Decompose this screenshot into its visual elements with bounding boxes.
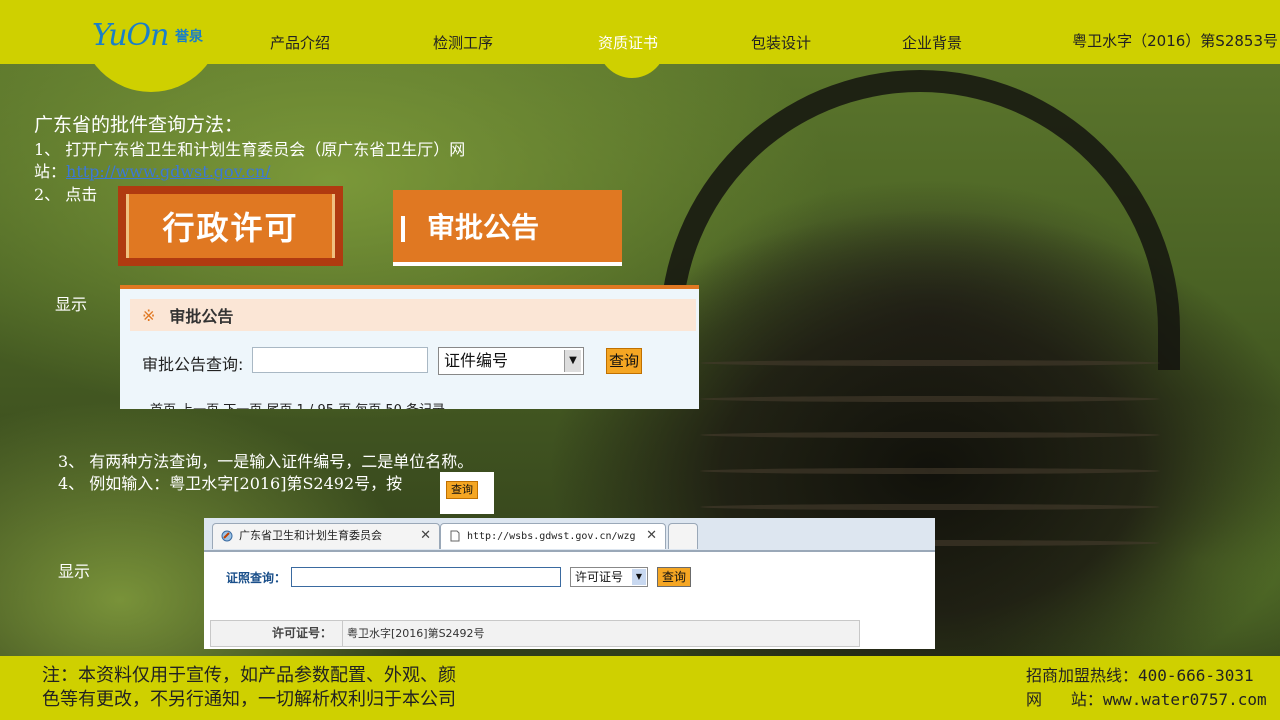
browser-result-screenshot: 广东省卫生和计划生育委员会 ✕ http://wsbs.gdwst.gov.cn… (204, 518, 935, 649)
panel-header: ※ 审批公告 (130, 299, 696, 331)
certificate-type-select: 证件编号 ▼ (438, 347, 584, 375)
page-heading: 广东省的批件查询方法： (34, 114, 244, 136)
disclaimer-line-1: 注：本资料仅用于宣传，如产品参数配置、外观、颜 (42, 665, 456, 686)
certificate-type-value: 证件编号 (444, 351, 509, 370)
chevron-down-icon: ▼ (632, 569, 646, 585)
display-label-1: 显示 (55, 297, 88, 314)
cert-type-value: 许可证号 (575, 570, 624, 584)
chevron-down-icon: ▼ (564, 350, 581, 372)
browser-tab-wsbs: http://wsbs.gdwst.gov.cn/wzg ✕ (440, 523, 666, 549)
approval-query-input (252, 347, 428, 373)
approval-query-button: 查询 (606, 348, 642, 374)
browser-tabstrip: 广东省卫生和计划生育委员会 ✕ http://wsbs.gdwst.gov.cn… (204, 518, 935, 550)
disclaimer-line-2: 色等有更改，不另行通知，一切解析权利归于本公司 (42, 689, 456, 710)
approval-notice-button-image: 审批公告 (393, 190, 622, 266)
brand-logo[interactable]: YuOn (92, 18, 169, 53)
step3-text: 3、 有两种方法查询，一是输入证件编号，二是单位名称。 (58, 452, 474, 471)
result-value: 粤卫水字[2016]第S2492号 (347, 627, 485, 640)
result-label: 许可证号： (211, 621, 343, 646)
brand-logo-cn[interactable]: 誉泉 (175, 26, 203, 46)
approval-query-label: 审批公告查询: (142, 355, 244, 374)
admin-permit-label: 行政许可 (126, 194, 335, 258)
cert-type-select: 许可证号 ▼ (570, 567, 648, 587)
pagination-text: 首页 上一页 下一页 尾页 1 / 95 页 每页 50 条记录 (150, 399, 445, 409)
disclaimer: 注：本资料仅用于宣传，如产品参数配置、外观、颜 色等有更改，不另行通知，一切解析… (42, 664, 456, 712)
step2-text: 2、 点击 (34, 185, 98, 204)
close-icon: ✕ (420, 528, 431, 543)
step1-website-line: 站：http://www.gdwst.gov.cn/ (34, 158, 271, 182)
step1-website-prefix: 站： (34, 162, 67, 181)
step1-text: 1、 打开广东省卫生和计划生育委员会（原广东省卫生厅）网 (34, 140, 466, 159)
hotline-text: 招商加盟热线：400-666-3031 (1026, 666, 1254, 685)
admin-permit-button-image: 行政许可 (118, 186, 343, 266)
license-number: 粤卫水字（2016）第S2853号 (1072, 32, 1278, 50)
website-text[interactable]: 网 站：www.water0757.com (1026, 688, 1267, 712)
cert-query-label: 证照查询： (226, 571, 287, 585)
browser-content: 证照查询： 许可证号 ▼ 查询 许可证号： 粤卫水字[2016]第S2492号 (204, 552, 935, 649)
cert-query-input (291, 567, 561, 587)
teapot-handle (660, 70, 1180, 370)
globe-icon (221, 530, 233, 542)
panel-title: 审批公告 (169, 307, 234, 326)
display-label-2: 显示 (58, 564, 91, 581)
nav-item-company[interactable]: 企业背景 (902, 32, 962, 53)
nav-item-certificates[interactable]: 资质证书 (598, 32, 658, 53)
browser-tab-wsbs-title: http://wsbs.gdwst.gov.cn/wzg (467, 531, 636, 542)
cert-query-button: 查询 (657, 567, 691, 587)
browser-tab-gdwst-title: 广东省卫生和计划生育委员会 (239, 529, 382, 542)
close-icon: ✕ (646, 528, 657, 543)
nav-item-packaging[interactable]: 包装设计 (751, 32, 811, 53)
browser-tab-gdwst: 广东省卫生和计划生育委员会 ✕ (212, 523, 440, 549)
query-button-image: 查询 (440, 472, 494, 514)
nav-item-inspection[interactable]: 检测工序 (433, 32, 493, 53)
step4-text: 4、 例如输入：粤卫水字[2016]第S2492号，按 (58, 474, 403, 493)
page-icon (450, 530, 460, 542)
query-button-small: 查询 (446, 481, 478, 499)
approval-query-panel-screenshot: ※ 审批公告 审批公告查询: 证件编号 ▼ 查询 首页 上一页 下一页 尾页 1… (120, 285, 699, 409)
contact-info: 招商加盟热线：400-666-3031 网 站：www.water0757.co… (1026, 664, 1267, 712)
gdwst-link[interactable]: http://www.gdwst.gov.cn/ (66, 162, 271, 181)
nav-item-products[interactable]: 产品介绍 (270, 32, 330, 53)
result-row: 许可证号： 粤卫水字[2016]第S2492号 (210, 620, 860, 647)
asterisk-icon: ※ (142, 305, 156, 325)
new-tab-button (668, 523, 698, 549)
